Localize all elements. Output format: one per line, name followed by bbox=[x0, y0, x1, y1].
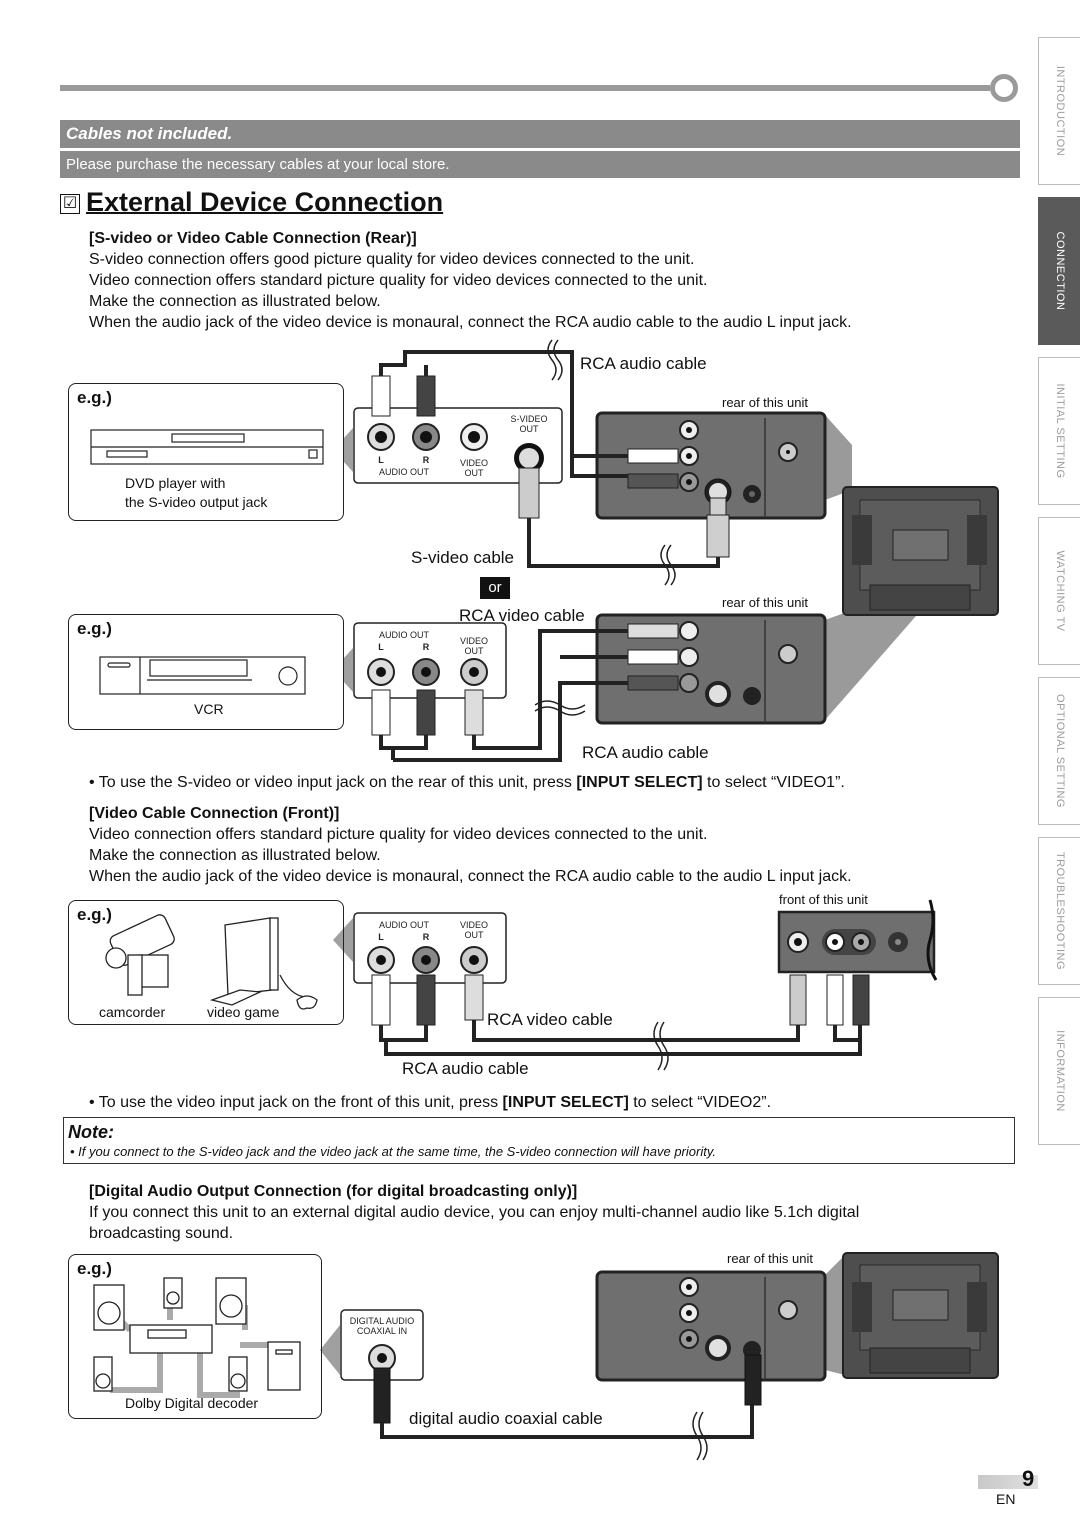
note-text: • If you connect to the S-video jack and… bbox=[70, 1144, 716, 1159]
rear-of-unit-label-2: rear of this unit bbox=[722, 595, 808, 610]
pointer-arrow-4 bbox=[320, 1325, 340, 1375]
eg-box-vcr: e.g.) VCR bbox=[68, 614, 344, 730]
jack-label-l: L bbox=[378, 455, 384, 465]
note-title: Note: bbox=[68, 1122, 114, 1142]
video-game-caption: video game bbox=[207, 1004, 280, 1020]
digital-coax-cable-label: digital audio coaxial cable bbox=[409, 1409, 603, 1428]
digital-line-1: If you connect this unit to an external … bbox=[89, 1204, 860, 1221]
rear-of-unit-label-1: rear of this unit bbox=[722, 395, 808, 410]
front-jack-label-video-1: VIDEO bbox=[459, 920, 488, 930]
eg-box-front-devices: e.g.) camcorder video game bbox=[68, 900, 344, 1025]
language-code: EN bbox=[996, 1491, 1016, 1507]
front-line-1: Video connection offers standard picture… bbox=[89, 826, 708, 843]
eg-box-decoder: e.g.) Dolby Digital decoder bbox=[68, 1254, 322, 1419]
eg-label: e.g.) bbox=[77, 619, 112, 638]
front-jack-label-l: L bbox=[378, 932, 384, 942]
tv-rear-illustration-1 bbox=[842, 486, 999, 616]
eg-label: e.g.) bbox=[77, 1259, 112, 1278]
input-select-key: [INPUT SELECT] bbox=[502, 1094, 629, 1111]
unit-front-panel bbox=[777, 899, 938, 981]
front-heading: [Video Cable Connection (Front)] bbox=[89, 805, 340, 822]
jack-label-svideo-2: OUT bbox=[519, 424, 539, 434]
front-jack-label-r: R bbox=[422, 932, 430, 942]
eg-label: e.g.) bbox=[77, 905, 112, 924]
jack-label-r: R bbox=[422, 455, 430, 465]
vcr-caption: VCR bbox=[194, 701, 224, 717]
input-select-key: [INPUT SELECT] bbox=[576, 774, 703, 791]
front-line-2: Make the connection as illustrated below… bbox=[89, 847, 381, 864]
unit-rear-panel-1 bbox=[595, 411, 827, 558]
front-rca-video-cable-label: RCA video cable bbox=[487, 1010, 613, 1029]
vcr-jack-label-r: R bbox=[422, 642, 430, 652]
note-box: Note: • If you connect to the S-video ja… bbox=[63, 1117, 1015, 1164]
jack-label-audio-out: AUDIO OUT bbox=[378, 467, 429, 477]
unit-rear-panel-3 bbox=[595, 1270, 827, 1406]
jack-label-video-1: VIDEO bbox=[459, 458, 488, 468]
unit-rear-panel-2 bbox=[595, 613, 827, 725]
front-line-3: When the audio jack of the video device … bbox=[89, 868, 852, 885]
digital-line-2: broadcasting sound. bbox=[89, 1225, 234, 1242]
front-input-select-note: • To use the video input jack on the fro… bbox=[89, 1094, 772, 1111]
vcr-jack-label-video-1: VIDEO bbox=[459, 636, 488, 646]
front-jack-label-video-2: OUT bbox=[464, 930, 484, 940]
rca-video-cable-label: RCA video cable bbox=[459, 606, 585, 625]
vcr-jack-label-video-2: OUT bbox=[464, 646, 484, 656]
rear-input-select-note: • To use the S-video or video input jack… bbox=[89, 774, 845, 791]
dvd-caption-line-1: DVD player with bbox=[125, 475, 226, 491]
dvd-caption-line-2: the S-video output jack bbox=[125, 494, 268, 510]
rear-of-unit-label-3: rear of this unit bbox=[727, 1251, 813, 1266]
front-rca-audio-cable-label: RCA audio cable bbox=[402, 1059, 529, 1078]
zoom-wedge-2 bbox=[825, 600, 930, 720]
page-number: 9 bbox=[1022, 1466, 1035, 1491]
eg-box-dvd: e.g.) DVD player with the S-video output… bbox=[68, 383, 344, 521]
decoder-caption: Dolby Digital decoder bbox=[125, 1395, 259, 1411]
tv-rear-illustration-2 bbox=[825, 1252, 999, 1379]
front-jack-label-audio-out: AUDIO OUT bbox=[378, 920, 429, 930]
digital-jack-label-2: COAXIAL IN bbox=[356, 1326, 408, 1336]
rca-audio-cable-label-bottom: RCA audio cable bbox=[582, 743, 709, 762]
s-video-cable-label: S-video cable bbox=[411, 548, 515, 567]
vcr-jack-label-l: L bbox=[378, 642, 384, 652]
jack-label-video-2: OUT bbox=[464, 468, 484, 478]
or-label: or bbox=[480, 577, 510, 599]
camcorder-caption: camcorder bbox=[99, 1004, 166, 1020]
digital-heading: [Digital Audio Output Connection (for di… bbox=[89, 1183, 578, 1200]
rca-audio-cable-label-top: RCA audio cable bbox=[580, 354, 707, 373]
digital-jack-label-1: DIGITAL AUDIO bbox=[349, 1316, 415, 1326]
jack-label-svideo-1: S-VIDEO bbox=[510, 414, 548, 424]
front-of-unit-label: front of this unit bbox=[779, 892, 868, 907]
vcr-jack-label-audio-out: AUDIO OUT bbox=[378, 630, 429, 640]
eg-label: e.g.) bbox=[77, 388, 112, 407]
